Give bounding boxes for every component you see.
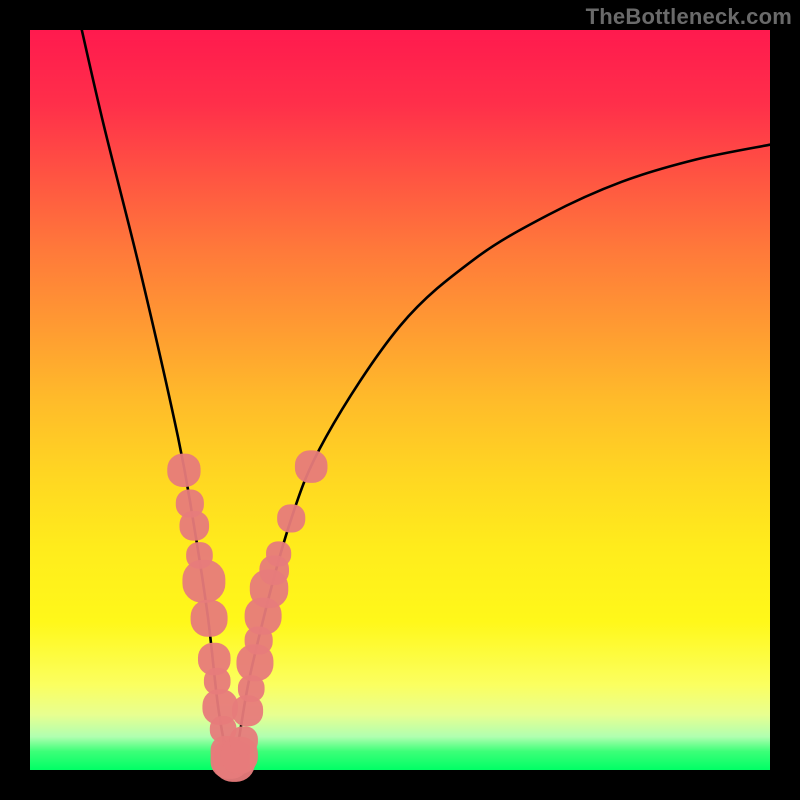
data-point (230, 726, 258, 754)
data-markers (167, 450, 327, 782)
data-point (167, 454, 200, 487)
plot-area (30, 30, 770, 770)
data-point (266, 541, 291, 566)
data-point (295, 450, 328, 483)
data-point (191, 600, 228, 637)
chart-container: TheBottleneck.com (0, 0, 800, 800)
data-point (277, 504, 305, 532)
chart-svg (30, 30, 770, 770)
watermark-text: TheBottleneck.com (586, 4, 792, 30)
curve-path (82, 30, 770, 765)
data-point (182, 560, 225, 603)
data-point (179, 511, 209, 541)
bottleneck-curve (82, 30, 770, 765)
